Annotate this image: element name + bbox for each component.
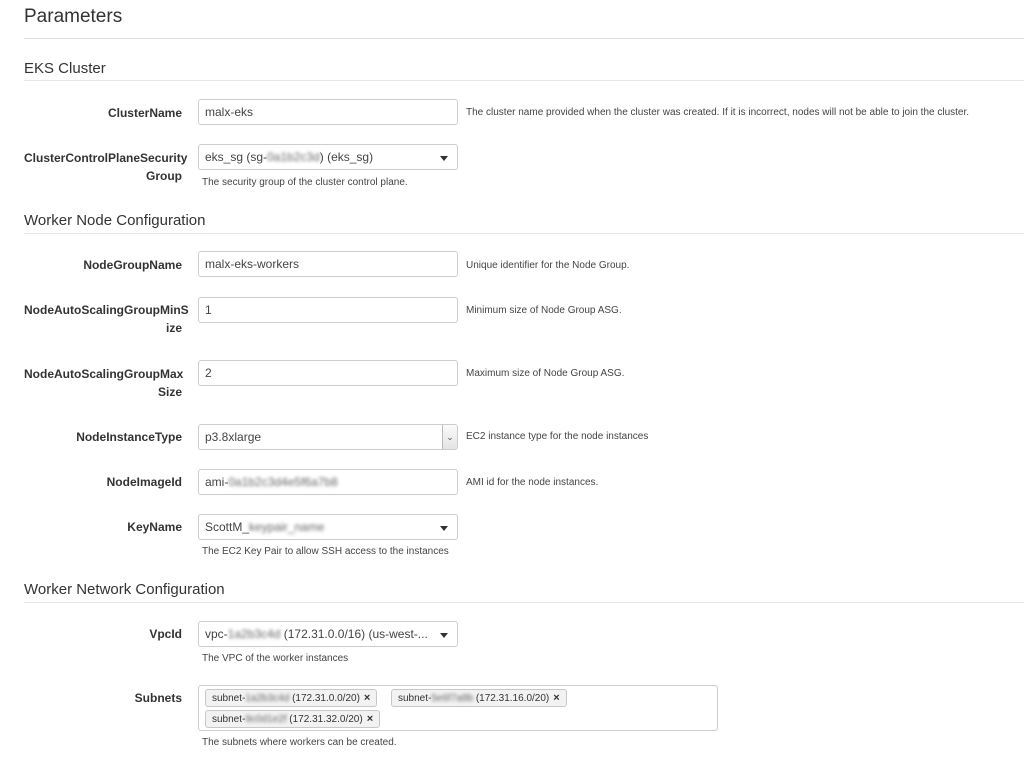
key-name-select[interactable]: ScottM_keypair_name	[198, 514, 458, 540]
tag-prefix: subnet-	[398, 693, 432, 704]
subnets-help: The subnets where workers can be created…	[202, 737, 397, 748]
key-name-help: The EC2 Key Pair to allow SSH access to …	[202, 546, 449, 557]
cluster-name-description: The cluster name provided when the clust…	[466, 107, 970, 118]
tag-prefix: subnet-	[212, 714, 246, 725]
select-value-suffix: (172.31.0.0/16) (us-west-...	[280, 627, 428, 641]
chevron-down-icon: ⌄	[442, 425, 457, 449]
subnets-multiselect[interactable]: subnet-1a2b3c4d (172.31.0.0/20) × subnet-…	[198, 685, 718, 731]
vpc-id-select[interactable]: vpc-1a2b3c4d (172.31.0.0/16) (us-west-..…	[198, 621, 458, 647]
redacted-id: 5e6f7a8b	[431, 693, 474, 704]
select-value-suffix: ) (eks_sg)	[319, 150, 374, 164]
label-line: NodeAutoScalingGroupMax	[24, 367, 184, 381]
label-line: ize	[165, 321, 182, 335]
label-line: Group	[146, 169, 182, 183]
section-title-worker-node: Worker Node Configuration	[24, 212, 206, 229]
instance-type-description: EC2 instance type for the node instances	[466, 431, 649, 442]
label-line: Size	[157, 385, 182, 399]
section-title-eks-cluster: EKS Cluster	[24, 60, 106, 77]
tag-prefix: subnet-	[212, 693, 246, 704]
section-title-worker-network: Worker Network Configuration	[24, 581, 225, 598]
input-value-prefix: ami-	[205, 475, 229, 489]
label-line: ClusterControlPlaneSecurity	[24, 151, 188, 165]
close-icon[interactable]: ×	[553, 692, 559, 704]
close-icon[interactable]: ×	[364, 692, 370, 704]
asg-min-input[interactable]: 1	[198, 297, 458, 323]
subnet-tag: subnet-1a2b3c4d (172.31.0.0/20) ×	[205, 689, 378, 707]
redacted-id: 0a1b2c3d	[267, 150, 320, 164]
instance-type-select[interactable]: p3.8xlarge ⌄	[198, 424, 458, 450]
asg-max-label: NodeAutoScalingGroupMax Size	[24, 365, 184, 401]
asg-min-description: Minimum size of Node Group ASG.	[466, 305, 622, 316]
redacted-id: 9c0d1e2f	[245, 714, 287, 725]
instance-type-label: NodeInstanceType	[76, 430, 182, 444]
close-icon[interactable]: ×	[367, 713, 373, 725]
vpc-id-label: VpcId	[149, 627, 182, 641]
subnets-label: Subnets	[134, 691, 182, 705]
vpc-id-help: The VPC of the worker instances	[202, 653, 349, 664]
redacted-id: 1a2b3c4d	[227, 627, 281, 641]
key-name-label: KeyName	[127, 520, 182, 534]
select-value-prefix: eks_sg (sg-	[205, 150, 268, 164]
node-group-name-description: Unique identifier for the Node Group.	[466, 260, 630, 271]
asg-max-input[interactable]: 2	[198, 360, 458, 386]
caret-down-icon	[440, 633, 448, 638]
node-group-name-input[interactable]: malx-eks-workers	[198, 251, 458, 277]
section-divider	[24, 80, 1024, 81]
tag-cidr: (172.31.32.0/20)	[286, 714, 363, 725]
control-plane-sg-label: ClusterControlPlaneSecurity Group	[24, 149, 187, 185]
tag-cidr: (172.31.16.0/20)	[473, 693, 550, 704]
redacted-id: 1a2b3c4d	[245, 693, 290, 704]
asg-min-label: NodeAutoScalingGroupMinS ize	[24, 301, 189, 337]
label-line: NodeAutoScalingGroupMinS	[24, 303, 189, 317]
page-title: Parameters	[24, 6, 123, 27]
section-divider	[24, 602, 1024, 603]
section-divider	[24, 233, 1024, 234]
caret-down-icon	[440, 526, 448, 531]
redacted-id: 0a1b2c3d4e5f6a7b8	[228, 475, 338, 489]
caret-down-icon	[440, 156, 448, 161]
title-divider	[24, 38, 1024, 39]
select-value-prefix: ScottM_	[205, 520, 250, 534]
select-value: p3.8xlarge	[205, 430, 262, 444]
control-plane-sg-help: The security group of the cluster contro…	[202, 177, 408, 188]
image-id-description: AMI id for the node instances.	[466, 477, 599, 488]
redacted-id: keypair_name	[249, 520, 325, 534]
subnet-tag: subnet-5e6f7a8b (172.31.16.0/20) ×	[391, 689, 567, 707]
tag-cidr: (172.31.0.0/20)	[289, 693, 360, 704]
control-plane-sg-select[interactable]: eks_sg (sg-0a1b2c3d) (eks_sg)	[198, 144, 458, 170]
cluster-name-label: ClusterName	[107, 106, 182, 120]
image-id-input[interactable]: ami-0a1b2c3d4e5f6a7b8	[198, 469, 458, 495]
asg-max-description: Maximum size of Node Group ASG.	[466, 368, 625, 379]
cluster-name-input[interactable]: malx-eks	[198, 99, 458, 125]
image-id-label: NodeImageId	[106, 475, 182, 489]
subnet-tag: subnet-9c0d1e2f (172.31.32.0/20) ×	[205, 710, 381, 728]
select-value-prefix: vpc-	[205, 627, 228, 641]
node-group-name-label: NodeGroupName	[83, 258, 182, 272]
